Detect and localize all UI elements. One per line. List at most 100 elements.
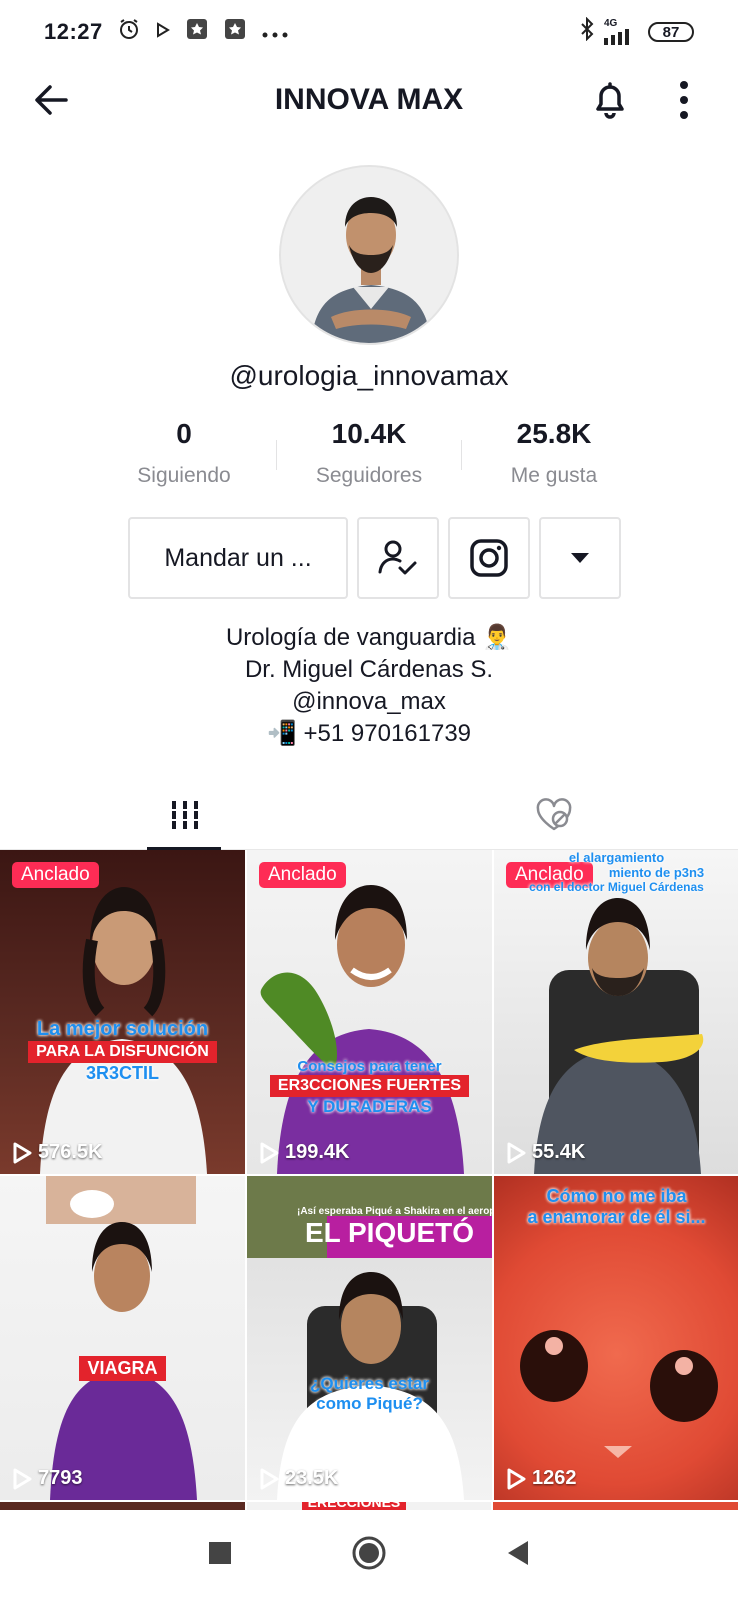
video-grid: Anclado La mejor solución PARA LA DISFUN… — [0, 850, 738, 1500]
video-caption: ¡Así esperaba Piqué a Shakira en el aero… — [247, 1206, 492, 1249]
video-caption: el alargamiento miento de p3n3 con el do… — [494, 850, 738, 894]
caption-line: el alargamiento — [568, 850, 665, 865]
bio-line: 📲 +51 970161739 — [266, 720, 472, 747]
pinned-badge: Anclado — [259, 862, 346, 888]
caption-line: a enamorar de él si... — [527, 1207, 706, 1227]
app-icon — [223, 17, 247, 47]
view-count-value: 7793 — [38, 1467, 83, 1489]
video-caption: VIAGRA — [0, 1356, 245, 1381]
video-tile[interactable]: ¡Así esperaba Piqué a Shakira en el aero… — [247, 1176, 492, 1500]
battery-indicator: 87 — [648, 22, 694, 42]
play-count-icon — [13, 1142, 32, 1163]
video-caption: Consejos para tener ER3CCIONES FUERTES Y… — [247, 1058, 492, 1117]
caption-line: ¡Así esperaba Piqué a Shakira en el aero… — [297, 1206, 492, 1217]
stat-followers[interactable]: 10.4K Seguidores — [277, 418, 461, 488]
caption-line: ERECCIONES — [301, 1502, 407, 1510]
stat-label: Siguiendo — [137, 464, 231, 487]
video-thumbnail — [46, 1176, 197, 1500]
message-button[interactable]: Mandar un ... — [128, 517, 348, 599]
notifications-button[interactable] — [586, 76, 634, 124]
video-caption: La mejor solución PARA LA DISFUNCIÓN 3R3… — [0, 1018, 245, 1084]
caption-line: PARA LA DISFUNCIÓN — [28, 1041, 217, 1063]
caption-line: 3R3CTIL — [85, 1063, 159, 1083]
video-tile[interactable]: Cómo no me iba a enamorar de él si... 12… — [494, 1176, 738, 1500]
profile-header: INNOVA MAX — [0, 64, 738, 136]
content-tabs — [0, 780, 738, 850]
more-vertical-icon — [680, 81, 688, 119]
recent-apps-icon — [209, 1541, 231, 1564]
view-count: 1262 — [506, 1467, 577, 1490]
bio-line: Dr. Miguel Cárdenas S. — [244, 656, 494, 683]
caption-line: ER3CCIONES FUERTES — [269, 1075, 470, 1097]
play-count-icon — [13, 1468, 32, 1489]
signal-icon: 4G — [604, 19, 638, 45]
view-count: 7793 — [12, 1467, 83, 1490]
view-count-value: 23.5K — [285, 1467, 339, 1489]
video-tile[interactable]: Anclado el alargamiento miento de p3n3 c… — [494, 850, 738, 1174]
caption-line: Y DURADERAS — [307, 1097, 432, 1116]
profile-bio: Urología de vanguardia 👨‍⚕️ Dr. Miguel C… — [0, 622, 738, 750]
video-caption: Cómo no me iba a enamorar de él si... — [494, 1186, 738, 1228]
play-count-icon — [507, 1142, 526, 1163]
play-count-icon — [260, 1468, 279, 1489]
video-tile[interactable]: VIAGRA 7793 — [0, 1176, 245, 1500]
more-dots-icon — [261, 19, 289, 45]
stat-value: 10.4K — [331, 418, 407, 449]
dropdown-caret-icon — [571, 553, 589, 563]
play-icon — [155, 19, 171, 45]
tab-liked[interactable] — [369, 780, 738, 849]
recent-apps-button[interactable] — [208, 1541, 232, 1570]
view-count-value: 1262 — [532, 1467, 577, 1489]
view-count: 55.4K — [506, 1141, 585, 1164]
username: @urologia_innovamax — [229, 360, 509, 391]
system-back-button[interactable] — [506, 1540, 530, 1571]
more-actions-dropdown[interactable] — [539, 517, 621, 599]
app-icon — [185, 17, 209, 47]
pinned-badge: Anclado — [12, 862, 99, 888]
caption-line: Consejos para tener — [297, 1058, 442, 1075]
view-count: 576.5K — [12, 1141, 103, 1164]
video-thumbnail — [534, 898, 704, 1174]
view-count-value: 199.4K — [285, 1141, 350, 1163]
home-icon — [352, 1536, 386, 1569]
video-thumbnail — [40, 887, 207, 1174]
video-thumbnail — [260, 885, 464, 1174]
caption-line: con el doctor Miguel Cárdenas — [529, 880, 704, 894]
view-count: 199.4K — [259, 1141, 350, 1164]
profile-actions: Mandar un ... — [128, 517, 621, 599]
more-options-button[interactable] — [664, 76, 704, 124]
view-count-value: 55.4K — [532, 1141, 586, 1163]
view-count: 23.5K — [259, 1467, 338, 1490]
video-caption: ¿Quieres estar como Piqué? — [247, 1374, 492, 1414]
home-button[interactable] — [352, 1536, 386, 1575]
following-button[interactable] — [357, 517, 439, 599]
status-bar: 12:27 4G 87 — [0, 0, 738, 64]
instagram-button[interactable] — [448, 517, 530, 599]
videos-grid-icon — [169, 800, 200, 829]
view-count-value: 576.5K — [38, 1141, 103, 1163]
video-tile[interactable]: Anclado La mejor solución PARA LA DISFUN… — [0, 850, 245, 1174]
instagram-icon — [470, 539, 508, 577]
caption-line: VIAGRA — [79, 1356, 166, 1381]
stat-likes[interactable]: 25.8K Me gusta — [462, 418, 646, 488]
caption-line: Cómo no me iba — [546, 1186, 687, 1206]
avatar[interactable] — [279, 165, 459, 345]
profile-stats: 0 Siguiendo 10.4K Seguidores 25.8K Me gu… — [92, 418, 646, 488]
video-tile[interactable]: Anclado Consejos para tener ER3CCIONES F… — [247, 850, 492, 1174]
liked-videos-hidden-icon — [536, 797, 571, 830]
stat-value: 0 — [176, 418, 192, 449]
stat-following[interactable]: 0 Siguiendo — [92, 418, 276, 488]
caption-line: EL PIQUETÓ — [304, 1217, 475, 1248]
caption-line: ¿Quieres estar como Piqué? — [309, 1374, 430, 1413]
system-navbar — [0, 1510, 738, 1600]
stat-value: 25.8K — [516, 418, 592, 449]
bell-icon — [596, 82, 624, 119]
tab-videos[interactable] — [0, 780, 369, 850]
caption-line: miento de p3n3 — [608, 865, 705, 880]
back-triangle-icon — [508, 1540, 528, 1565]
bio-line: Urología de vanguardia 👨‍⚕️ — [225, 624, 513, 651]
play-count-icon — [260, 1142, 279, 1163]
bio-link[interactable]: @innova_max — [0, 686, 738, 718]
bluetooth-icon — [580, 16, 594, 47]
stat-label: Me gusta — [510, 464, 598, 487]
